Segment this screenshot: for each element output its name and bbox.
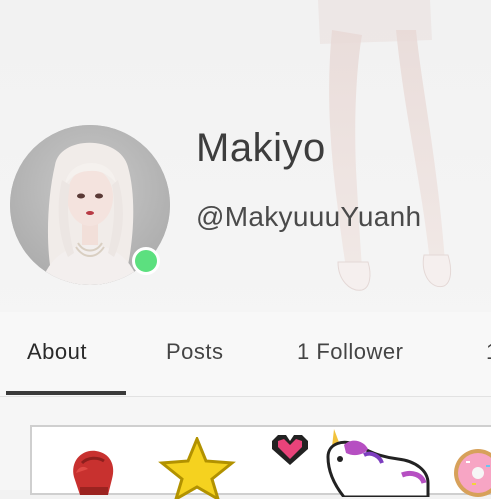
username: @MakyuuuYuanh: [196, 201, 422, 232]
tab-followers[interactable]: 1 Follower: [297, 339, 403, 365]
tab-about[interactable]: About: [27, 339, 87, 365]
about-banner: [30, 425, 491, 499]
pink-donut-icon: [454, 449, 491, 497]
online-status-indicator: [132, 247, 160, 275]
red-boxing-glove-icon: [73, 450, 114, 495]
profile-tabs: About Posts 1 Follower 1: [0, 312, 491, 396]
active-tab-indicator: [6, 391, 126, 395]
tab-following[interactable]: 1: [486, 339, 491, 365]
profile-header: Makiyo @MakyuuuYuanh: [0, 0, 491, 310]
unicorn-icon: [326, 429, 430, 497]
display-name: Makiyo: [196, 126, 326, 170]
pixel-heart-icon: [272, 435, 308, 465]
tab-posts[interactable]: Posts: [166, 339, 224, 365]
about-section: [0, 397, 491, 499]
